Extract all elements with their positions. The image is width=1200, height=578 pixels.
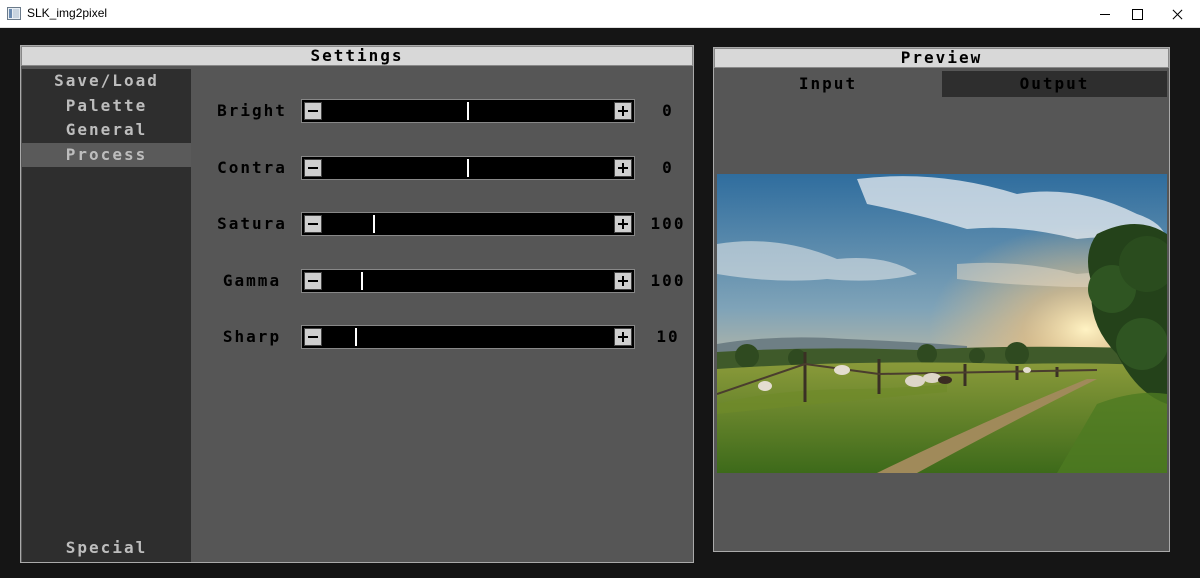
sharp-slider[interactable] [301,325,635,349]
preview-image [717,174,1167,473]
slider-thumb[interactable] [372,215,375,233]
decrease-button[interactable] [304,215,322,233]
slider-thumb[interactable] [355,328,358,346]
slider-label: Sharp [222,327,282,346]
contra-slider[interactable] [301,156,635,180]
sidebar-item-save-load[interactable]: Save/Load [22,69,191,93]
gamma-slider[interactable] [301,269,635,293]
tab-input[interactable]: Input [715,71,941,97]
sidebar-item-palette[interactable]: Palette [22,94,191,118]
decrease-button[interactable] [304,159,322,177]
increase-button[interactable] [614,328,632,346]
sidebar-item-process[interactable]: Process [22,143,191,167]
settings-sidebar: Save/Load Palette General Process Specia… [22,69,191,562]
slider-label: Contra [217,158,287,177]
slider-label: Satura [217,214,287,233]
decrease-button[interactable] [304,272,322,290]
satura-slider[interactable] [301,212,635,236]
sidebar-item-special[interactable]: Special [22,536,191,560]
decrease-button[interactable] [304,102,322,120]
slider-row-sharp: Sharp 10 [206,324,686,350]
slider-thumb[interactable] [467,102,469,120]
increase-button[interactable] [614,215,632,233]
increase-button[interactable] [614,159,632,177]
bright-slider[interactable] [301,99,635,123]
settings-panel: Settings Save/Load Palette General Proce… [20,45,694,563]
slider-value: 10 [656,327,680,346]
app-icon [7,7,21,20]
increase-button[interactable] [614,272,632,290]
client-area: Settings Save/Load Palette General Proce… [0,28,1200,578]
slider-row-gamma: Gamma 100 [206,268,686,294]
slider-value: 100 [650,271,686,290]
preview-header: Preview [714,48,1169,68]
slider-row-contra: Contra 0 [206,155,686,181]
slider-row-bright: Bright 0 [206,98,686,124]
decrease-button[interactable] [304,328,322,346]
slider-thumb[interactable] [361,272,364,290]
slider-value: 100 [650,214,686,233]
sidebar-item-general[interactable]: General [22,118,191,142]
increase-button[interactable] [614,102,632,120]
title-bar: SLK_img2pixel [0,0,1200,28]
settings-header: Settings [21,46,693,66]
close-button[interactable] [1154,0,1200,28]
slider-label: Gamma [222,271,282,290]
slider-label: Bright [217,101,287,120]
slider-row-satura: Satura 100 [206,211,686,237]
slider-value: 0 [662,101,674,120]
preview-panel: Preview Input Output [713,47,1170,552]
slider-value: 0 [662,158,674,177]
slider-thumb[interactable] [467,159,469,177]
window-title: SLK_img2pixel [27,6,108,20]
tab-output[interactable]: Output [942,71,1167,97]
landscape-image [717,174,1167,473]
